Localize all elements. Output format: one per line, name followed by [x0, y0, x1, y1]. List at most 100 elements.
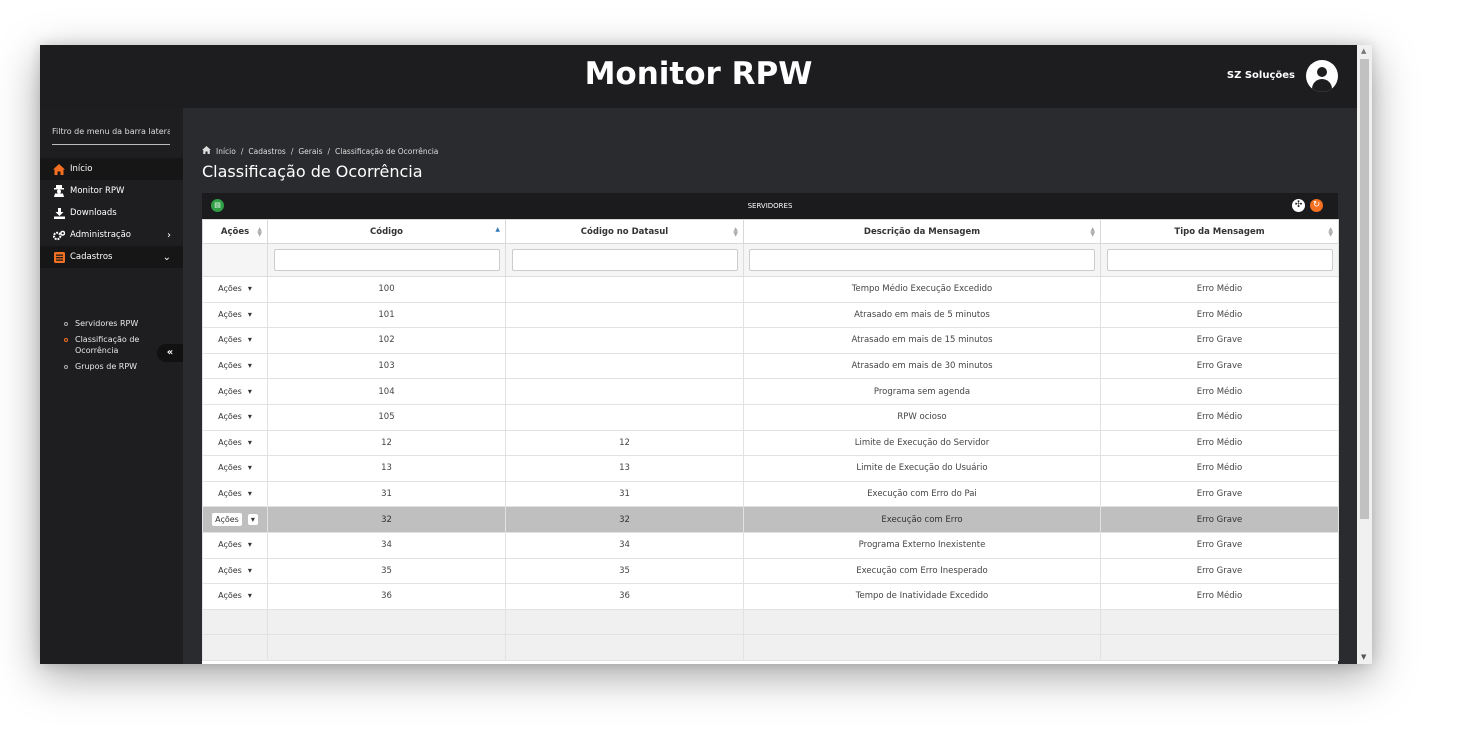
descricao-filter-input[interactable] — [749, 249, 1095, 271]
scroll-down-icon[interactable]: ▼ — [1361, 653, 1366, 661]
actions-dropdown[interactable]: Ações ▾ — [218, 284, 252, 293]
table-row[interactable]: Ações ▾ 105 RPW ocioso Erro Médio — [202, 404, 1339, 431]
sidebar-item-administracao[interactable]: Administração › — [40, 224, 183, 246]
grid-table: Ações ▲ ▼ Código ▲ Código no Datasul ▲ ▼ Desc… — [202, 219, 1339, 661]
actions-dropdown[interactable]: Ações ▾ — [218, 438, 252, 447]
grid-toolbar: ▤ SERVIDORES ✣ ↻ — [202, 193, 1338, 219]
list-icon — [53, 251, 65, 263]
datasul-filter-input[interactable] — [511, 249, 738, 271]
actions-dropdown[interactable]: Ações ▾ — [218, 412, 252, 421]
actions-dropdown[interactable]: Ações ▾ — [218, 566, 252, 575]
cogs-icon — [53, 229, 65, 241]
table-row-selected[interactable]: Ações ▾ 32 32 Execução com Erro Erro Grave — [202, 506, 1339, 533]
tipo-filter-input[interactable] — [1106, 249, 1333, 271]
breadcrumb-item[interactable]: Cadastros — [248, 147, 285, 156]
table-row[interactable]: Ações ▾ 13 13 Limite de Execução do Usuário E… — [202, 455, 1339, 482]
sidebar-filter-input[interactable]: Filtro de menu da barra lateral... — [52, 127, 170, 145]
sidebar-item-label: Downloads — [70, 208, 117, 218]
sidebar-item-label: Monitor RPW — [70, 186, 125, 196]
sort-icon: ▲ ▼ — [1090, 226, 1095, 238]
sidebar-item-label: Administração — [70, 230, 131, 240]
actions-dropdown[interactable]: Ações ▾ — [218, 463, 252, 472]
page-title: Classificação de Ocorrência — [202, 162, 423, 181]
sidebar-subitem-servidores-rpw[interactable]: Servidores RPW — [64, 319, 138, 330]
table-row[interactable]: Ações ▾ 31 31 Execução com Erro do Pai Erro G… — [202, 481, 1339, 508]
breadcrumb-item-current: Classificação de Ocorrência — [335, 146, 439, 156]
sidebar-item-inicio[interactable]: Início — [40, 158, 183, 180]
caret-down-icon: ▾ — [247, 565, 252, 575]
column-header-acoes[interactable]: Ações ▲ ▼ — [202, 219, 268, 244]
sort-icon: ▲ ▼ — [257, 226, 262, 238]
column-header-tipo[interactable]: Tipo da Mensagem ▲ ▼ — [1100, 219, 1339, 244]
sidebar-item-cadastros[interactable]: Cadastros ⌄ — [40, 246, 183, 268]
column-header-descricao[interactable]: Descrição da Mensagem ▲ ▼ — [743, 219, 1101, 244]
caret-down-icon: ▾ — [247, 361, 252, 371]
actions-dropdown[interactable]: Ações ▾ — [218, 361, 252, 370]
chevron-down-icon: ⌄ — [162, 251, 171, 263]
caret-down-icon: ▾ — [247, 386, 252, 396]
caret-down-icon: ▾ — [247, 335, 252, 345]
circle-icon — [64, 365, 68, 369]
scroll-up-icon[interactable]: ▲ — [1361, 47, 1366, 55]
breadcrumb-home[interactable]: Início — [216, 147, 236, 156]
sidebar: Filtro de menu da barra lateral... Iníci… — [40, 108, 183, 664]
chevron-right-icon: › — [167, 229, 171, 241]
circle-icon — [64, 322, 68, 326]
table-row[interactable]: Ações ▾ 36 36 Tempo de Inatividade Excedido E… — [202, 583, 1339, 610]
caret-down-icon: ▾ — [247, 284, 252, 294]
refresh-icon[interactable]: ↻ — [1310, 199, 1323, 212]
grid-title: SERVIDORES — [747, 202, 793, 210]
column-header-codigo[interactable]: Código ▲ — [267, 219, 506, 244]
actions-dropdown[interactable]: Ações ▾ — [218, 335, 252, 344]
table-row[interactable]: Ações ▾ 101 Atrasado em mais de 5 minutos Er… — [202, 302, 1339, 329]
home-icon — [202, 146, 211, 156]
table-row[interactable]: Ações ▾ 34 34 Programa Externo Inexistente Er… — [202, 532, 1339, 559]
actions-dropdown[interactable]: Ações ▾ — [218, 387, 252, 396]
sidebar-subitem-grupos-rpw[interactable]: Grupos de RPW — [64, 362, 137, 373]
sidebar-item-monitor-rpw[interactable]: Monitor RPW — [40, 180, 183, 202]
download-icon — [53, 207, 65, 219]
breadcrumb-separator: / — [240, 146, 244, 156]
caret-down-icon: ▾ — [247, 591, 252, 601]
sort-asc-icon: ▲ — [495, 226, 500, 233]
table-row[interactable]: Ações ▾ 100 Tempo Médio Execução Excedido Er… — [202, 276, 1339, 303]
empty-row — [202, 609, 1339, 636]
breadcrumb-item[interactable]: Gerais — [298, 147, 322, 156]
codigo-filter-input[interactable] — [273, 249, 500, 271]
top-bar: Monitor RPW SZ Soluções — [40, 45, 1357, 108]
breadcrumb-separator: / — [290, 146, 294, 156]
caret-down-icon: ▾ — [247, 463, 252, 473]
table-row[interactable]: Ações ▾ 12 12 Limite de Execução do Servidor… — [202, 430, 1339, 457]
caret-down-icon: ▾ — [247, 437, 252, 447]
actions-dropdown[interactable]: Ações ▾ — [218, 591, 252, 600]
actions-dropdown[interactable]: Ações ▾ — [218, 540, 252, 549]
breadcrumb-separator: / — [327, 146, 331, 156]
sidebar-item-label: Início — [70, 164, 93, 174]
sort-icon: ▲ ▼ — [1328, 226, 1333, 238]
table-row[interactable]: Ações ▾ 104 Programa sem agenda Erro Médio — [202, 378, 1339, 405]
actions-dropdown[interactable]: Ações ▾ — [212, 513, 258, 527]
table-row[interactable]: Ações ▾ 35 35 Execução com Erro Inesperado Er… — [202, 558, 1339, 585]
data-grid: ▤ SERVIDORES ✣ ↻ Ações ▲ ▼ Código ▲ Código … — [202, 193, 1339, 664]
caret-down-icon: ▾ — [247, 309, 252, 319]
main-content: Início / Cadastros / Gerais / Classifica… — [183, 108, 1357, 664]
sidebar-collapse-button[interactable]: « — [157, 344, 183, 362]
column-settings-icon[interactable]: ✣ — [1292, 199, 1305, 212]
user-secret-icon — [53, 185, 65, 197]
sidebar-item-label: Cadastros — [70, 252, 113, 262]
column-header-codigo-datasul[interactable]: Código no Datasul ▲ ▼ — [505, 219, 744, 244]
actions-dropdown[interactable]: Ações ▾ — [218, 310, 252, 319]
avatar[interactable] — [1306, 60, 1338, 92]
user-name[interactable]: SZ Soluções — [1227, 70, 1295, 81]
sort-icon: ▲ ▼ — [733, 226, 738, 238]
caret-down-icon: ▾ — [247, 540, 252, 550]
empty-row — [202, 634, 1339, 661]
actions-dropdown[interactable]: Ações ▾ — [218, 489, 252, 498]
sidebar-subitem-classificacao-ocorrencia[interactable]: Classificação de Ocorrência — [64, 335, 154, 356]
table-row[interactable]: Ações ▾ 102 Atrasado em mais de 15 minutos E… — [202, 327, 1339, 354]
scrollbar-thumb[interactable] — [1360, 59, 1369, 519]
sidebar-item-downloads[interactable]: Downloads — [40, 202, 183, 224]
table-row[interactable]: Ações ▾ 103 Atrasado em mais de 30 minutos E… — [202, 353, 1339, 380]
scrollbar[interactable]: ▲ ▼ — [1357, 45, 1372, 664]
breadcrumb: Início / Cadastros / Gerais / Classifica… — [202, 146, 438, 156]
